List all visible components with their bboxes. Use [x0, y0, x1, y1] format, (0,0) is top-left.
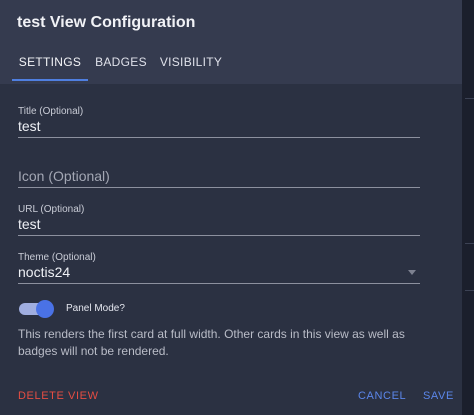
toggle-knob[interactable] [36, 300, 54, 318]
url-field-underline [18, 235, 420, 236]
panel-mode-toggle[interactable] [19, 300, 54, 318]
view-configuration-dialog: test View Configuration SETTINGS BADGES … [0, 0, 462, 415]
url-input[interactable]: test [18, 216, 420, 232]
theme-field-underline [18, 283, 420, 284]
tab-settings[interactable]: SETTINGS [12, 49, 88, 81]
tab-badges[interactable]: BADGES [94, 49, 148, 81]
tab-visibility[interactable]: VISIBILITY [158, 49, 224, 81]
icon-input[interactable]: Icon (Optional) [18, 168, 420, 184]
dialog-header: test View Configuration SETTINGS BADGES … [0, 0, 462, 84]
theme-field-label: Theme (Optional) [18, 252, 96, 263]
edge-divider [465, 290, 474, 291]
background-edge [462, 0, 474, 415]
dropdown-arrow-icon[interactable] [408, 270, 416, 275]
edge-divider [465, 243, 474, 244]
panel-mode-helper-text: This renders the first card at full widt… [18, 327, 405, 358]
cancel-button[interactable]: CANCEL [358, 389, 406, 403]
panel-mode-label: Panel Mode? [66, 303, 125, 314]
title-field-underline [18, 137, 420, 138]
title-field[interactable]: Title (Optional) test [18, 106, 420, 138]
dialog-title: test View Configuration [17, 14, 196, 31]
active-tab-indicator [12, 79, 88, 81]
url-field-label: URL (Optional) [18, 204, 85, 215]
title-field-label: Title (Optional) [18, 106, 84, 117]
delete-view-button[interactable]: DELETE VIEW [18, 389, 99, 403]
title-input[interactable]: test [18, 118, 420, 134]
icon-field[interactable]: Icon (Optional) [18, 168, 420, 188]
icon-field-underline [18, 187, 420, 188]
theme-selected-value[interactable]: noctis24 [18, 264, 420, 280]
save-button[interactable]: SAVE [423, 389, 454, 403]
edge-divider [465, 98, 474, 99]
url-field[interactable]: URL (Optional) test [18, 204, 420, 236]
theme-dropdown[interactable]: Theme (Optional) noctis24 [18, 252, 420, 284]
